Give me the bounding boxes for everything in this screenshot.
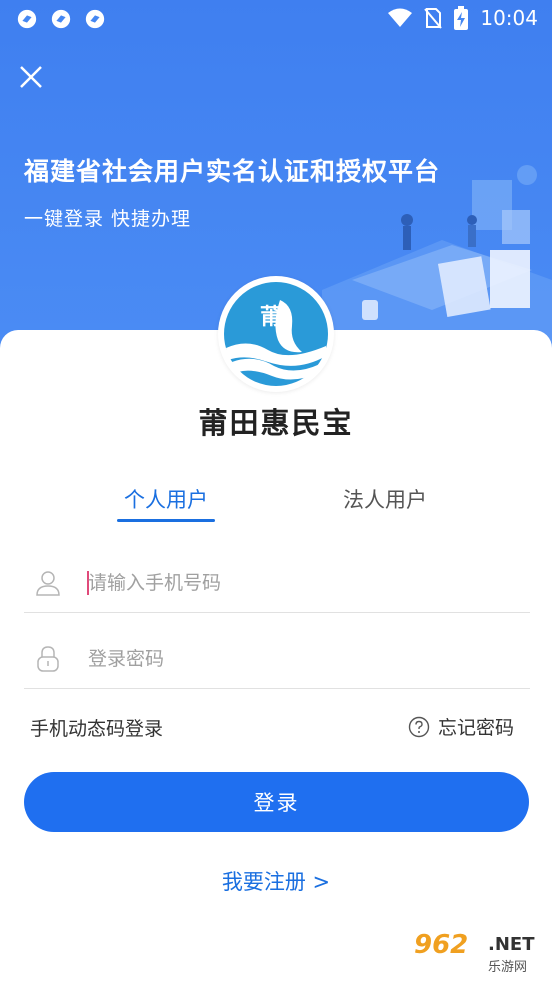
- login-button[interactable]: 登录: [24, 772, 529, 832]
- phone-input[interactable]: [88, 565, 508, 601]
- no-sim-icon: [424, 8, 443, 29]
- watermark-brand: 962: [414, 930, 469, 960]
- app-name: 莆田惠民宝: [198, 406, 354, 440]
- lock-icon: [37, 646, 59, 672]
- status-time: 10:04: [480, 6, 538, 30]
- register-link[interactable]: 我要注册 >: [0, 866, 552, 896]
- user-icon: [36, 571, 60, 596]
- close-icon[interactable]: [16, 62, 46, 92]
- forgot-password-label: 忘记密码: [437, 717, 514, 739]
- app-logo: 莆: [218, 276, 334, 392]
- user-type-tabs: 个人用户 法人用户: [0, 484, 552, 524]
- office-illustration: [322, 165, 552, 350]
- status-bar: 10:04: [0, 0, 552, 40]
- status-notifications: [16, 8, 106, 30]
- password-field: [24, 629, 530, 689]
- hero-subtitle: 一键登录 快捷办理: [24, 208, 192, 230]
- phone-field: [24, 553, 530, 613]
- password-input[interactable]: [88, 641, 508, 677]
- battery-charging-icon: [454, 6, 469, 30]
- watermark-sub: 乐游网: [488, 960, 528, 975]
- sms-login-link[interactable]: 手机动态码登录: [30, 714, 163, 741]
- forgot-password-link[interactable]: 忘记密码: [408, 713, 514, 740]
- tab-personal-user[interactable]: 个人用户: [108, 484, 224, 514]
- tab-legal-user[interactable]: 法人用户: [327, 484, 443, 514]
- question-icon: [408, 716, 430, 737]
- app-notification-icon: [17, 9, 37, 29]
- wifi-icon: [388, 8, 413, 27]
- watermark: 962 .NET 乐游网: [408, 928, 548, 976]
- watermark-domain: .NET: [488, 934, 535, 955]
- active-tab-indicator: [117, 519, 215, 522]
- app-notification-icon: [51, 9, 71, 29]
- status-system: 10:04: [388, 6, 538, 30]
- logo-text: 莆: [260, 305, 282, 330]
- app-notification-icon: [85, 9, 105, 29]
